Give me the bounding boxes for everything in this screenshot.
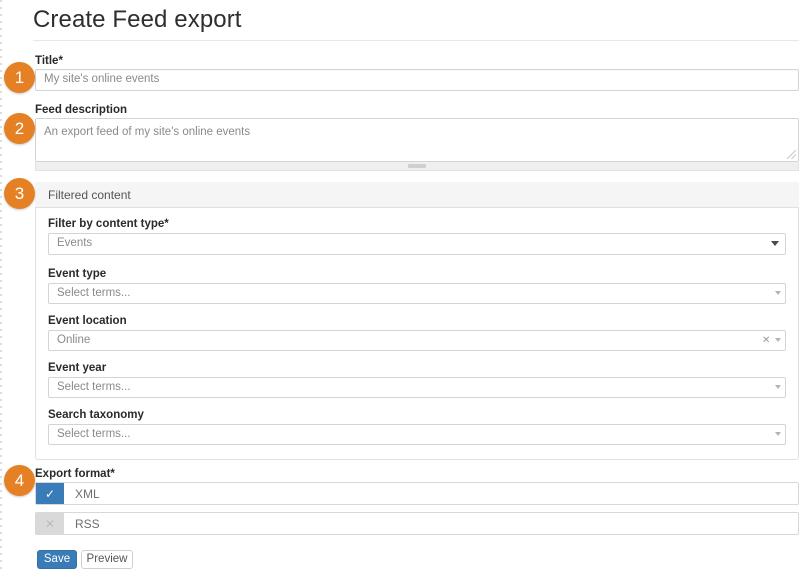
title-required-marker: * — [58, 55, 63, 67]
preview-button[interactable]: Preview — [81, 550, 133, 569]
step-badge-4: 4 — [4, 465, 35, 496]
save-button[interactable]: Save — [37, 550, 77, 569]
textarea-resize-handle-icon[interactable] — [787, 150, 796, 159]
event-year-label-text: Event year — [48, 362, 107, 374]
page-title: Create Feed export — [33, 6, 242, 33]
export-format-option-rss-label: RSS — [75, 516, 100, 531]
search-taxonomy-input[interactable]: Select terms... — [48, 424, 786, 445]
export-format-label: Export format* — [35, 467, 115, 481]
feed-description-label: Feed description — [35, 103, 127, 117]
filter-by-content-type-label: Filter by content type* — [48, 217, 169, 231]
event-year-label: Event year — [48, 361, 106, 375]
chevron-down-icon[interactable] — [775, 291, 781, 295]
textarea-grippie[interactable] — [35, 162, 799, 171]
filtered-content-legend-text: Filtered content — [48, 187, 131, 202]
title-field-label: Title* — [35, 54, 63, 68]
event-type-label-text: Event type — [48, 268, 107, 280]
title-input[interactable]: My site's online events — [35, 69, 799, 91]
feed-description-value: An export feed of my site's online event… — [44, 126, 251, 138]
filter-by-content-type-value: Events — [57, 237, 93, 250]
event-year-input[interactable]: Select terms... — [48, 377, 786, 398]
search-taxonomy-label-text: Search taxonomy — [48, 409, 144, 421]
checkbox-checked-icon[interactable]: ✓ — [36, 483, 64, 504]
event-type-value: Select terms... — [57, 286, 131, 299]
event-type-label: Event type — [48, 267, 106, 281]
checkbox-unchecked-icon[interactable]: ✕ — [36, 513, 64, 534]
event-location-value: Online — [57, 333, 91, 346]
title-divider — [33, 40, 799, 41]
export-format-label-text: Export format — [35, 468, 111, 480]
filter-by-content-type-required-marker: * — [164, 218, 169, 230]
step-badge-3: 3 — [4, 178, 35, 209]
chevron-down-icon[interactable] — [771, 241, 779, 246]
grippie-handle-icon — [408, 164, 426, 168]
chevron-down-icon[interactable] — [775, 338, 781, 342]
export-format-option-xml-label: XML — [75, 486, 100, 501]
export-format-option-rss[interactable]: ✕ RSS — [35, 512, 799, 535]
search-taxonomy-value: Select terms... — [57, 427, 131, 440]
left-edge-artifact — [0, 0, 2, 570]
export-format-option-xml[interactable]: ✓ XML — [35, 482, 799, 505]
title-input-value: My site's online events — [44, 73, 160, 86]
feed-description-textarea[interactable]: An export feed of my site's online event… — [35, 118, 799, 162]
event-location-label-text: Event location — [48, 315, 127, 327]
title-field-label-text: Title — [35, 55, 59, 67]
event-type-input[interactable]: Select terms... — [48, 283, 786, 304]
filter-by-content-type-select[interactable]: Events — [48, 233, 786, 255]
filtered-content-legend: Filtered content — [35, 182, 799, 208]
event-year-value: Select terms... — [57, 380, 131, 393]
close-icon[interactable]: ✕ — [762, 336, 770, 346]
feed-description-label-text: Feed description — [35, 104, 128, 116]
step-badge-2: 2 — [4, 113, 35, 144]
step-badge-1: 1 — [4, 62, 35, 93]
event-location-label: Event location — [48, 314, 127, 328]
event-location-input[interactable]: Online — [48, 330, 786, 351]
chevron-down-icon[interactable] — [775, 432, 781, 436]
export-format-required-marker: * — [110, 468, 115, 480]
filter-by-content-type-label-text: Filter by content type — [48, 218, 165, 230]
chevron-down-icon[interactable] — [775, 385, 781, 389]
search-taxonomy-label: Search taxonomy — [48, 408, 144, 422]
